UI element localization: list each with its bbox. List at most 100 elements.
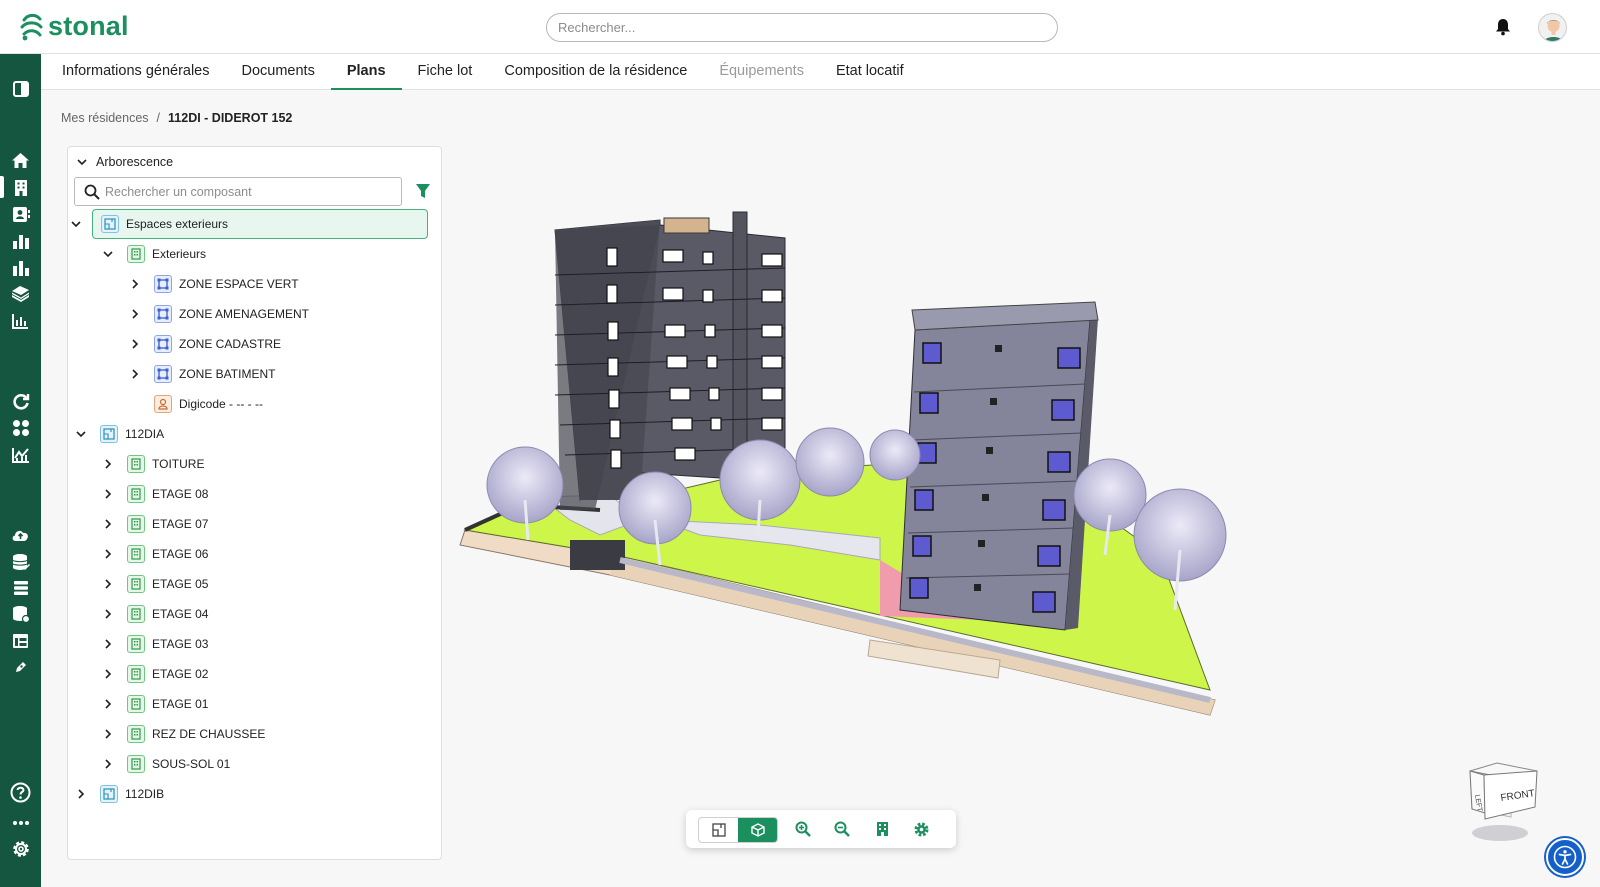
tree-node-label: ETAGE 05: [152, 577, 209, 591]
tree-node-zone-batiment[interactable]: ZONE BATIMENT: [128, 359, 275, 389]
tab-documents[interactable]: Documents: [226, 54, 331, 90]
building-view-button[interactable]: [872, 819, 892, 839]
tab-composition-residence[interactable]: Composition de la résidence: [488, 54, 703, 90]
tree-node-etage-01[interactable]: ETAGE 01: [101, 689, 208, 719]
apps-grid-icon[interactable]: [10, 417, 31, 438]
tree-node-label: ETAGE 04: [152, 607, 209, 621]
component-search-input[interactable]: [105, 178, 395, 205]
3d-viewport[interactable]: [445, 95, 1600, 887]
building-icon: [876, 822, 888, 836]
tree-header-label: Arborescence: [96, 155, 174, 169]
tree-header[interactable]: Arborescence: [76, 155, 173, 169]
filter-icon[interactable]: [415, 183, 431, 199]
tree-node-zone-cadastre[interactable]: ZONE CADASTRE: [128, 329, 281, 359]
bar-chart-icon[interactable]: [10, 230, 31, 251]
tree-node-label: ETAGE 03: [152, 637, 209, 651]
tree-node-label: 112DIB: [125, 787, 165, 801]
tab-etat-locatif[interactable]: Etat locatif: [820, 54, 920, 90]
sync-icon[interactable]: [10, 390, 31, 411]
layers-icon[interactable]: [10, 283, 31, 304]
building-icon: [127, 605, 145, 623]
chevron-right-icon[interactable]: [101, 667, 115, 681]
tree-node-etage-07[interactable]: ETAGE 07: [101, 509, 208, 539]
chevron-right-icon[interactable]: [74, 787, 88, 801]
stonal-logo[interactable]: stonal: [18, 10, 129, 42]
chevron-right-icon[interactable]: [101, 607, 115, 621]
chevron-right-icon[interactable]: [101, 547, 115, 561]
tree-node-label: Exterieurs: [152, 247, 207, 261]
chevron-right-icon[interactable]: [101, 457, 115, 471]
building-icon: [127, 515, 145, 533]
chevron-right-icon[interactable]: [128, 277, 142, 291]
building-icon: [127, 695, 145, 713]
chevron-right-icon[interactable]: [101, 517, 115, 531]
chevron-right-icon[interactable]: [128, 367, 142, 381]
zone-icon: [154, 335, 172, 353]
table-icon[interactable]: [10, 630, 31, 651]
building-icon: [127, 485, 145, 503]
sidebar: [0, 54, 41, 887]
tree-node-espaces-exterieurs[interactable]: Espaces exterieurs: [71, 209, 428, 239]
pen-icon[interactable]: [10, 657, 31, 678]
analytics-chart-icon[interactable]: [10, 257, 31, 278]
collapse-sidebar-icon[interactable]: [10, 78, 31, 99]
tree-node-etage-08[interactable]: ETAGE 08: [101, 479, 208, 509]
tree-node-etage-03[interactable]: ETAGE 03: [101, 629, 208, 659]
3d-building-model[interactable]: [445, 95, 1600, 887]
chevron-right-icon[interactable]: [101, 757, 115, 771]
contact-card-icon[interactable]: [10, 204, 31, 225]
global-search-input[interactable]: [546, 13, 1058, 42]
tree-node-zone-espace-vert[interactable]: ZONE ESPACE VERT: [128, 269, 299, 299]
tree-node-digicode[interactable]: Digicode - -- - --: [128, 389, 263, 419]
chevron-right-icon[interactable]: [101, 577, 115, 591]
chevron-down-icon[interactable]: [101, 247, 115, 261]
tree-node-etage-04[interactable]: ETAGE 04: [101, 599, 208, 629]
settings-gear-icon[interactable]: [10, 838, 31, 859]
zoom-out-button[interactable]: [832, 819, 852, 839]
navigation-cube[interactable]: LEFT FRONT: [1467, 761, 1539, 843]
tree-node-112dib[interactable]: 112DIB: [74, 779, 164, 809]
view-3d-button[interactable]: [738, 818, 777, 842]
chevron-right-icon[interactable]: [128, 337, 142, 351]
tree-node-etage-06[interactable]: ETAGE 06: [101, 539, 208, 569]
database-edit-icon[interactable]: [10, 551, 31, 572]
breadcrumb-root-link[interactable]: Mes résidences: [61, 111, 149, 125]
chevron-down-icon[interactable]: [69, 217, 83, 231]
plan-2d-button[interactable]: [699, 818, 738, 842]
chevron-right-icon[interactable]: [101, 697, 115, 711]
building-icon[interactable]: [10, 177, 31, 198]
more-icon[interactable]: [10, 812, 31, 833]
home-icon[interactable]: [10, 150, 31, 171]
tree-node-zone-amenagement[interactable]: ZONE AMENAGEMENT: [128, 299, 309, 329]
help-icon[interactable]: [10, 782, 31, 803]
tree-node-exterieurs[interactable]: Exterieurs: [101, 239, 206, 269]
database-settings-icon[interactable]: [10, 603, 31, 624]
chevron-right-icon[interactable]: [101, 637, 115, 651]
chevron-down-icon[interactable]: [74, 427, 88, 441]
cloud-upload-icon[interactable]: [10, 524, 31, 545]
chevron-right-icon[interactable]: [128, 307, 142, 321]
tree-node-etage-05[interactable]: ETAGE 05: [101, 569, 208, 599]
tree-node-sous-sol-01[interactable]: SOUS-SOL 01: [101, 749, 230, 779]
top-bar: stonal: [0, 0, 1600, 54]
zoom-in-button[interactable]: [793, 819, 813, 839]
accessibility-button[interactable]: [1546, 838, 1584, 876]
tab-informations-generales[interactable]: Informations générales: [46, 54, 226, 90]
tab-fiche-lot[interactable]: Fiche lot: [402, 54, 489, 90]
viewer-settings-button[interactable]: [911, 819, 931, 839]
building-icon: [127, 575, 145, 593]
chevron-right-icon[interactable]: [101, 487, 115, 501]
report-chart-icon[interactable]: [10, 310, 31, 331]
user-avatar[interactable]: [1538, 13, 1567, 42]
tab-plans[interactable]: Plans: [330, 54, 402, 90]
tree-node-etage-02[interactable]: ETAGE 02: [101, 659, 208, 689]
tree-node-label: ETAGE 08: [152, 487, 209, 501]
chevron-right-icon[interactable]: [101, 727, 115, 741]
tree-node-rez-de-chaussee[interactable]: REZ DE CHAUSSEE: [101, 719, 265, 749]
tree-node-toiture[interactable]: TOITURE: [101, 449, 204, 479]
tree-node-112dia[interactable]: 112DIA: [74, 419, 164, 449]
trend-chart-icon[interactable]: [10, 444, 31, 465]
list-icon[interactable]: [10, 577, 31, 598]
notification-bell-icon[interactable]: [1493, 17, 1513, 37]
tree-node-label: REZ DE CHAUSSEE: [152, 727, 266, 741]
